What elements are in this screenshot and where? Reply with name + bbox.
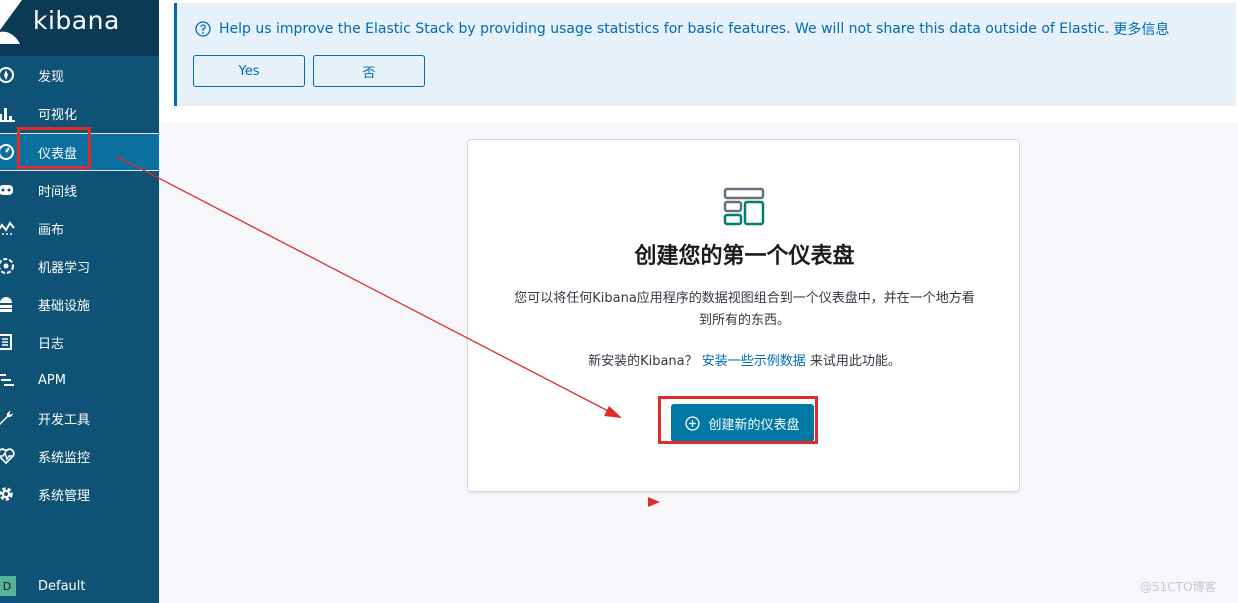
sidebar-item-canvas[interactable]: 画布	[0, 209, 159, 247]
timeline-icon	[0, 180, 16, 200]
sidebar-item-label: 系统监控	[38, 450, 91, 466]
sidebar-item-label: 时间线	[38, 184, 78, 200]
sidebar-item-label: APM	[38, 372, 66, 388]
sample-data-prefix: 新安装的Kibana？	[588, 354, 698, 369]
sidebar-item-label: 系统管理	[38, 488, 91, 504]
apm-icon	[0, 370, 16, 390]
sidebar-item-devtools[interactable]: 开发工具	[0, 399, 159, 437]
sample-data-line: 新安装的Kibana？ 安装一些示例数据 来试用此功能。	[468, 350, 1021, 369]
sidebar-item-ml[interactable]: 机器学习	[0, 247, 159, 285]
sample-data-link[interactable]: 安装一些示例数据	[702, 354, 806, 369]
sidebar-item-apm[interactable]: APM	[0, 361, 159, 399]
gear-icon	[0, 484, 16, 504]
sidebar-item-logs[interactable]: 日志	[0, 323, 159, 361]
machine-learning-icon	[0, 256, 16, 276]
sidebar-item-label: 画布	[38, 222, 65, 238]
sidebar-item-label: 机器学习	[38, 260, 91, 276]
canvas-icon	[0, 218, 16, 238]
annotation-highlight-nav	[17, 127, 91, 169]
telemetry-banner: Help us improve the Elastic Stack by pro…	[159, 0, 1238, 123]
help-icon	[195, 21, 211, 37]
compass-icon	[0, 65, 16, 85]
sidebar-item-label: 发现	[38, 69, 65, 85]
sidebar-item-monitoring[interactable]: 系统监控	[0, 437, 159, 475]
infrastructure-icon	[0, 294, 16, 314]
sidebar-item-label: 可视化	[38, 107, 78, 123]
main-content: Help us improve the Elastic Stack by pro…	[159, 0, 1238, 603]
heartbeat-icon	[0, 446, 16, 466]
no-button[interactable]: 否	[313, 55, 425, 87]
telemetry-callout: Help us improve the Elastic Stack by pro…	[174, 3, 1236, 106]
panel-title: 创建您的第一个仪表盘	[634, 244, 855, 269]
yes-button[interactable]: Yes	[193, 55, 305, 87]
sidebar: kibana 发现 可视化 仪表盘 时间线 画布 机器学习 基础设施 日志 AP…	[0, 0, 159, 603]
more-info-link[interactable]: 更多信息	[1113, 19, 1169, 39]
dashboard-gauge-icon	[0, 142, 16, 162]
watermark: @51CTO博客	[1140, 580, 1217, 594]
annotation-highlight-button	[658, 396, 818, 444]
logs-icon	[0, 332, 16, 352]
callout-text: Help us improve the Elastic Stack by pro…	[219, 21, 1110, 37]
panel-description: 您可以将任何Kibana应用程序的数据视图组合到一个仪表盘中，并在一个地方看到所…	[514, 291, 975, 328]
sidebar-item-timelion[interactable]: 时间线	[0, 171, 159, 209]
wrench-icon	[0, 408, 16, 428]
space-avatar: D	[0, 576, 16, 596]
sidebar-item-label: 开发工具	[38, 412, 91, 428]
sidebar-item-label: 基础设施	[38, 298, 91, 314]
dashboard-app-icon	[723, 187, 765, 226]
callout-message: Help us improve the Elastic Stack by pro…	[195, 19, 1169, 39]
sidebar-item-discover[interactable]: 发现	[0, 56, 159, 94]
space-label: Default	[38, 578, 86, 594]
kibana-logo-icon	[0, 0, 22, 44]
sample-data-suffix: 来试用此功能。	[809, 354, 901, 369]
space-selector[interactable]: D Default	[0, 574, 159, 598]
brand-name: kibana	[33, 6, 120, 35]
sidebar-item-infrastructure[interactable]: 基础设施	[0, 285, 159, 323]
sidebar-item-label: 日志	[38, 336, 65, 352]
logo-bar[interactable]: kibana	[0, 0, 159, 56]
bar-chart-icon	[0, 103, 16, 123]
sidebar-item-management[interactable]: 系统管理	[0, 475, 159, 513]
